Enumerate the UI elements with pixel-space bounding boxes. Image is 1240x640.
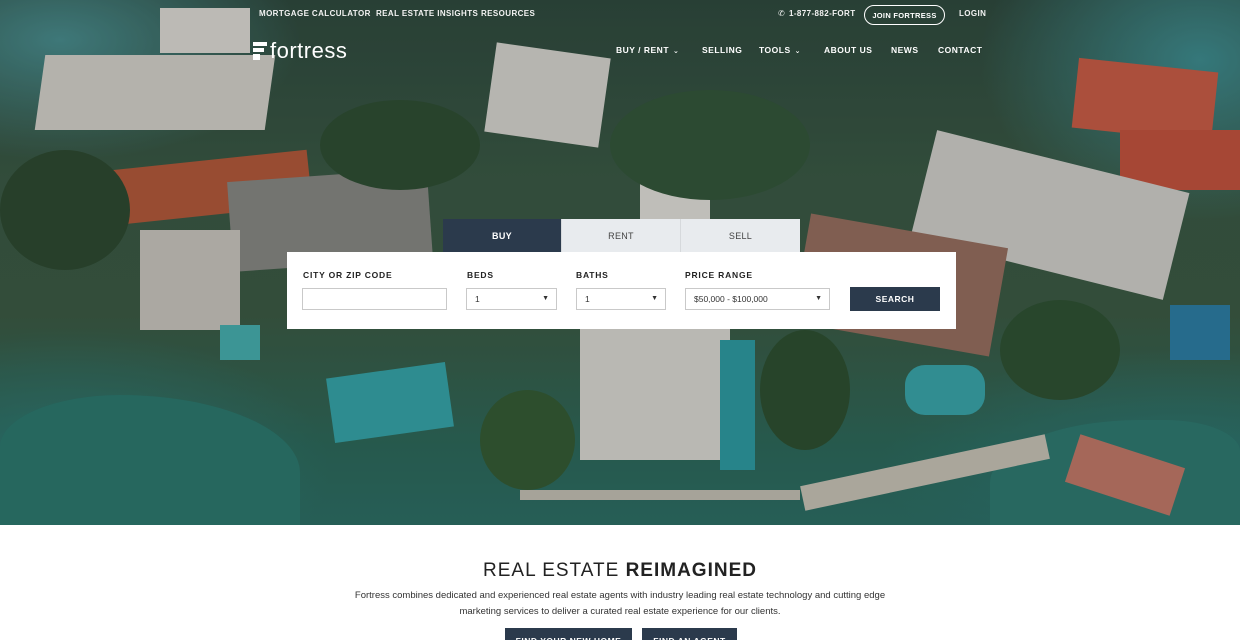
nav-tools-label: TOOLS [759, 45, 791, 55]
nav-contact[interactable]: CONTACT [938, 45, 982, 55]
mortgage-calculator-link[interactable]: MORTGAGE CALCULATOR [259, 9, 371, 18]
price-range-select[interactable]: $50,000 - $100,000 ▼ [685, 288, 830, 310]
price-range-value: $50,000 - $100,000 [694, 294, 768, 304]
find-agent-button[interactable]: FIND AN AGENT [642, 628, 737, 640]
beds-label: BEDS [467, 270, 494, 280]
real-estate-insights-link[interactable]: REAL ESTATE INSIGHTS [376, 9, 478, 18]
tab-sell[interactable]: SELL [681, 219, 800, 252]
baths-select[interactable]: 1 ▼ [576, 288, 666, 310]
tab-rent[interactable]: RENT [562, 219, 681, 252]
city-zip-label: CITY OR ZIP CODE [303, 270, 393, 280]
intro-heading-bold: REIMAGINED [625, 560, 757, 581]
caret-down-icon: ▼ [815, 295, 822, 302]
chevron-down-icon: ⌄ [673, 48, 680, 55]
chevron-down-icon: ⌄ [794, 48, 801, 55]
find-home-button[interactable]: FIND YOUR NEW HOME [505, 628, 632, 640]
intro-heading-light: REAL ESTATE [483, 560, 626, 581]
baths-value: 1 [585, 294, 590, 304]
nav-tools[interactable]: TOOLS ⌄ [759, 45, 801, 55]
nav-about-us[interactable]: ABOUT US [824, 45, 872, 55]
phone-number: 1-877-882-FORT [789, 9, 856, 18]
city-zip-input[interactable] [302, 288, 447, 310]
property-search-form: CITY OR ZIP CODE BEDS 1 ▼ BATHS 1 ▼ PRIC… [287, 252, 956, 329]
join-fortress-button[interactable]: JOIN FORTRESS [864, 5, 945, 25]
resources-link[interactable]: RESOURCES [481, 9, 535, 18]
search-button[interactable]: SEARCH [850, 287, 940, 311]
price-range-label: PRICE RANGE [685, 270, 753, 280]
search-tabs: BUY RENT SELL [443, 219, 800, 252]
baths-label: BATHS [576, 270, 609, 280]
intro-description: Fortress combines dedicated and experien… [354, 590, 886, 617]
beds-value: 1 [475, 294, 480, 304]
beds-select[interactable]: 1 ▼ [466, 288, 557, 310]
intro-heading: REAL ESTATE REIMAGINED [0, 560, 1240, 582]
main-navigation: BUY / RENT ⌄ SELLING TOOLS ⌄ ABOUT US NEWS… [0, 45, 1240, 59]
nav-news[interactable]: NEWS [891, 45, 919, 55]
nav-buy-rent-label: BUY / RENT [616, 45, 670, 55]
nav-buy-rent[interactable]: BUY / RENT ⌄ [616, 45, 679, 55]
phone-icon: ✆ [778, 9, 786, 18]
login-link[interactable]: LOGIN [959, 9, 986, 18]
caret-down-icon: ▼ [542, 295, 549, 302]
tab-buy[interactable]: BUY [443, 219, 562, 252]
nav-selling[interactable]: SELLING [702, 45, 742, 55]
utility-bar: MORTGAGE CALCULATOR REAL ESTATE INSIGHTS… [0, 5, 1240, 28]
caret-down-icon: ▼ [651, 295, 658, 302]
phone-link[interactable]: ✆ 1-877-882-FORT [778, 9, 856, 18]
